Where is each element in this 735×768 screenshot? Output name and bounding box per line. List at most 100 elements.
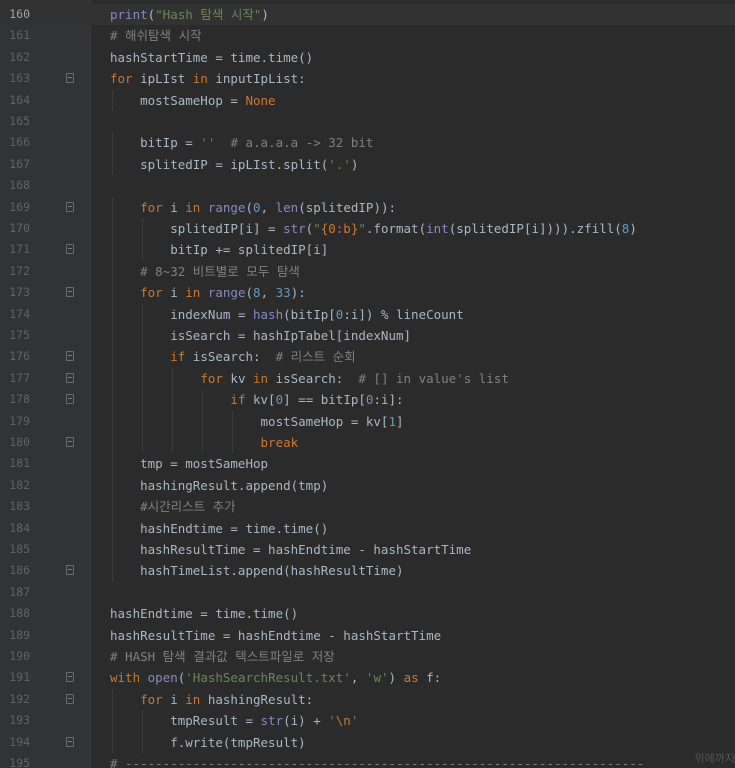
line-number: 182: [9, 477, 30, 492]
code-line[interactable]: 179 mostSameHop = kv[1]: [0, 410, 735, 432]
code-text: indexNum = hash(bitIp[0:i]) % lineCount: [110, 306, 464, 322]
fold-marker-icon[interactable]: [66, 394, 74, 405]
watermark-text: 위에까지: [694, 752, 735, 765]
code-line[interactable]: 182 hashingResult.append(tmp): [0, 474, 735, 497]
fold-marker-icon[interactable]: [66, 287, 74, 298]
code-line[interactable]: 183 #시간리스트 추가: [0, 496, 735, 518]
line-number: 189: [9, 627, 30, 642]
line-number: 176: [9, 349, 30, 364]
line-number: 171: [9, 242, 30, 257]
code-line[interactable]: 174 indexNum = hash(bitIp[0:i]) % lineCo…: [0, 303, 735, 325]
code-text: isSearch = hashIpTabel[indexNum]: [110, 328, 412, 343]
code-line[interactable]: 180 break: [0, 432, 735, 454]
line-number: 179: [9, 413, 30, 428]
code-text: for ipLIst in inputIpList:: [110, 71, 306, 87]
code-text: bitIp = '' # a.a.a.a -> 32 bit: [110, 135, 374, 151]
fold-marker-icon[interactable]: [66, 372, 74, 383]
line-number: 180: [9, 435, 30, 449]
code-text: hashEndtime = time.time(): [110, 606, 299, 622]
code-line[interactable]: 170 splitedIP[i] = str("{0:b}".format(in…: [0, 218, 735, 240]
line-number: 194: [9, 734, 30, 749]
code-line[interactable]: 185 hashResultTime = hashEndtime - hashS…: [0, 539, 735, 561]
code-text: hashResultTime = hashEndtime - hashStart…: [110, 627, 442, 643]
line-number: 188: [9, 606, 30, 621]
code-text: hashEndtime = time.time(): [110, 520, 329, 536]
code-text: hashResultTime = hashEndtime - hashStart…: [110, 542, 472, 557]
line-number: 183: [9, 499, 30, 514]
code-line[interactable]: 161 # 해쉬탐색 시작: [0, 25, 735, 46]
fold-marker-icon[interactable]: [66, 201, 74, 212]
fold-marker-icon[interactable]: [66, 437, 74, 447]
code-line[interactable]: 164 mostSameHop = None: [0, 89, 735, 111]
code-line[interactable]: 175 isSearch = hashIpTabel[indexNum]: [0, 325, 735, 347]
code-line[interactable]: 186 hashTimeList.append(hashResultTime): [0, 560, 735, 582]
code-line[interactable]: 190 # HASH 탐색 결과값 텍스트파일로 저장: [0, 646, 735, 667]
code-line[interactable]: 194 f.write(tmpResult): [0, 731, 735, 753]
fold-marker-icon[interactable]: [66, 693, 74, 704]
code-line[interactable]: 163 for ipLIst in inputIpList:: [0, 68, 735, 89]
code-line[interactable]: 169 for i in range(0, len(splitedIP)):: [0, 196, 735, 218]
code-line[interactable]: 172 # 8~32 비트별로 모두 탐색: [0, 260, 735, 283]
line-number: 174: [9, 306, 30, 321]
fold-marker-icon[interactable]: [66, 244, 74, 255]
code-text: break: [260, 435, 299, 450]
code-line[interactable]: 178 if kv[0] == bitIp[0:i]:: [0, 389, 735, 411]
code-line[interactable]: 166 bitIp = '' # a.a.a.a -> 32 bit: [0, 132, 735, 154]
line-number: 172: [9, 263, 30, 278]
code-line[interactable]: 171 bitIp += splitedIP[i]: [0, 239, 735, 261]
line-number: 165: [9, 114, 30, 128]
line-number: 175: [9, 328, 30, 342]
code-line[interactable]: 187: [0, 582, 735, 603]
code-text: mostSameHop = None: [110, 92, 276, 108]
line-number: 168: [9, 178, 30, 193]
line-number: 193: [9, 713, 30, 728]
fold-marker-icon[interactable]: [66, 672, 74, 683]
fold-marker-icon[interactable]: [66, 565, 74, 576]
code-line[interactable]: 177 for kv in isSearch: # [] in value's …: [0, 367, 735, 390]
code-text: print("Hash 탐색 시작"): [110, 7, 269, 22]
code-line[interactable]: 191 with open('HashSearchResult.txt', 'w'…: [0, 667, 735, 688]
code-line[interactable]: 188 hashEndtime = time.time(): [0, 603, 735, 624]
code-text: if kv[0] == bitIp[0:i]:: [230, 392, 404, 408]
code-text: # --------------------------------------…: [110, 756, 645, 768]
code-line[interactable]: 189 hashResultTime = hashEndtime - hashSt…: [0, 625, 735, 646]
line-number: 187: [9, 584, 30, 599]
line-number: 184: [9, 520, 30, 535]
fold-marker-icon[interactable]: [66, 73, 74, 84]
line-number: 177: [9, 370, 30, 385]
fold-marker-icon[interactable]: [66, 351, 74, 362]
code-text: for kv in isSearch: # [] in value's list: [200, 370, 509, 386]
code-editor[interactable]: 160 print("Hash 탐색 시작") 161 # 해쉬탐색 시작 162 has…: [0, 0, 735, 768]
code-text: #시간리스트 추가: [140, 499, 236, 515]
line-number: 186: [9, 563, 30, 578]
line-number: 192: [9, 691, 30, 706]
code-line[interactable]: 176 if isSearch: # 리스트 순회: [0, 346, 735, 368]
code-text: # 해쉬탐색 시작: [110, 28, 202, 44]
line-number: 178: [9, 392, 30, 407]
code-line[interactable]: 165: [0, 111, 735, 132]
line-number: 181: [9, 456, 30, 471]
line-number: 164: [9, 92, 30, 107]
code-line[interactable]: 193 tmpResult = str(i) + '\n': [0, 710, 735, 732]
code-text: tmp = mostSameHop: [110, 456, 269, 472]
code-text: splitedIP = ipLIst.split('.'): [110, 156, 359, 172]
code-line[interactable]: 192 for i in hashingResult:: [0, 688, 735, 711]
code-text: splitedIP[i] = str("{0:b}".format(int(sp…: [110, 221, 637, 236]
code-line[interactable]: 167 splitedIP = ipLIst.split('.'): [0, 153, 735, 176]
code-line[interactable]: 162 hashStartTime = time.time(): [0, 47, 735, 68]
code-line[interactable]: 173 for i in range(8, 33):: [0, 282, 735, 304]
code-text: mostSameHop = kv[1]: [110, 413, 404, 429]
code-text: hashStartTime = time.time(): [110, 49, 314, 65]
fold-marker-icon[interactable]: [66, 736, 74, 747]
line-number: 191: [9, 670, 30, 685]
code-text: for i in range(8, 33):: [140, 285, 306, 301]
code-text: hashingResult.append(tmp): [110, 477, 329, 493]
code-line[interactable]: 160 print("Hash 탐색 시작"): [0, 4, 735, 26]
code-line[interactable]: 168: [0, 175, 735, 196]
code-text: for i in range(0, len(splitedIP)):: [140, 199, 397, 215]
code-line[interactable]: 184 hashEndtime = time.time(): [0, 517, 735, 539]
code-line[interactable]: 181 tmp = mostSameHop: [0, 453, 735, 475]
line-number: 190: [9, 649, 30, 663]
code-line[interactable]: 195 # -----------------------------------…: [0, 753, 735, 768]
line-number: 185: [9, 542, 30, 556]
